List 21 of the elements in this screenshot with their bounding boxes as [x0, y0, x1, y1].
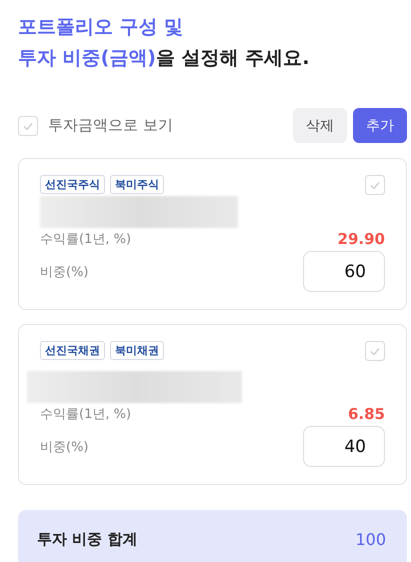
return-value: 29.90 — [338, 230, 385, 248]
total-label: 투자 비중 합계 — [37, 530, 138, 548]
total-value: 100 — [355, 530, 386, 548]
heading: 포트폴리오 구성 및 투자 비중(금액)을 설정해 주세요. — [18, 15, 310, 71]
return-label: 수익률(1년, %) — [40, 231, 132, 248]
checkbox[interactable] — [365, 341, 385, 361]
weight-label: 비중(%) — [40, 264, 88, 280]
category-tag: 북미주식 — [110, 175, 164, 194]
return-label: 수익률(1년, %) — [40, 406, 132, 423]
weight-input[interactable]: 60 — [303, 251, 385, 292]
category-tag: 선진국주식 — [40, 175, 105, 194]
return-value: 6.85 — [348, 405, 385, 423]
checkbox-label: 투자금액으로 보기 — [48, 116, 173, 135]
checkbox[interactable] — [18, 116, 38, 136]
weight-label: 비중(%) — [40, 438, 88, 456]
category-tag: 선진국채권 — [40, 341, 105, 360]
weight-input[interactable]: 40 — [303, 426, 385, 467]
delete-button[interactable]: 삭제 — [293, 108, 347, 143]
category-tag: 북미채권 — [110, 341, 164, 360]
add-button[interactable]: 추가 — [353, 108, 407, 143]
checkbox[interactable] — [365, 175, 385, 195]
